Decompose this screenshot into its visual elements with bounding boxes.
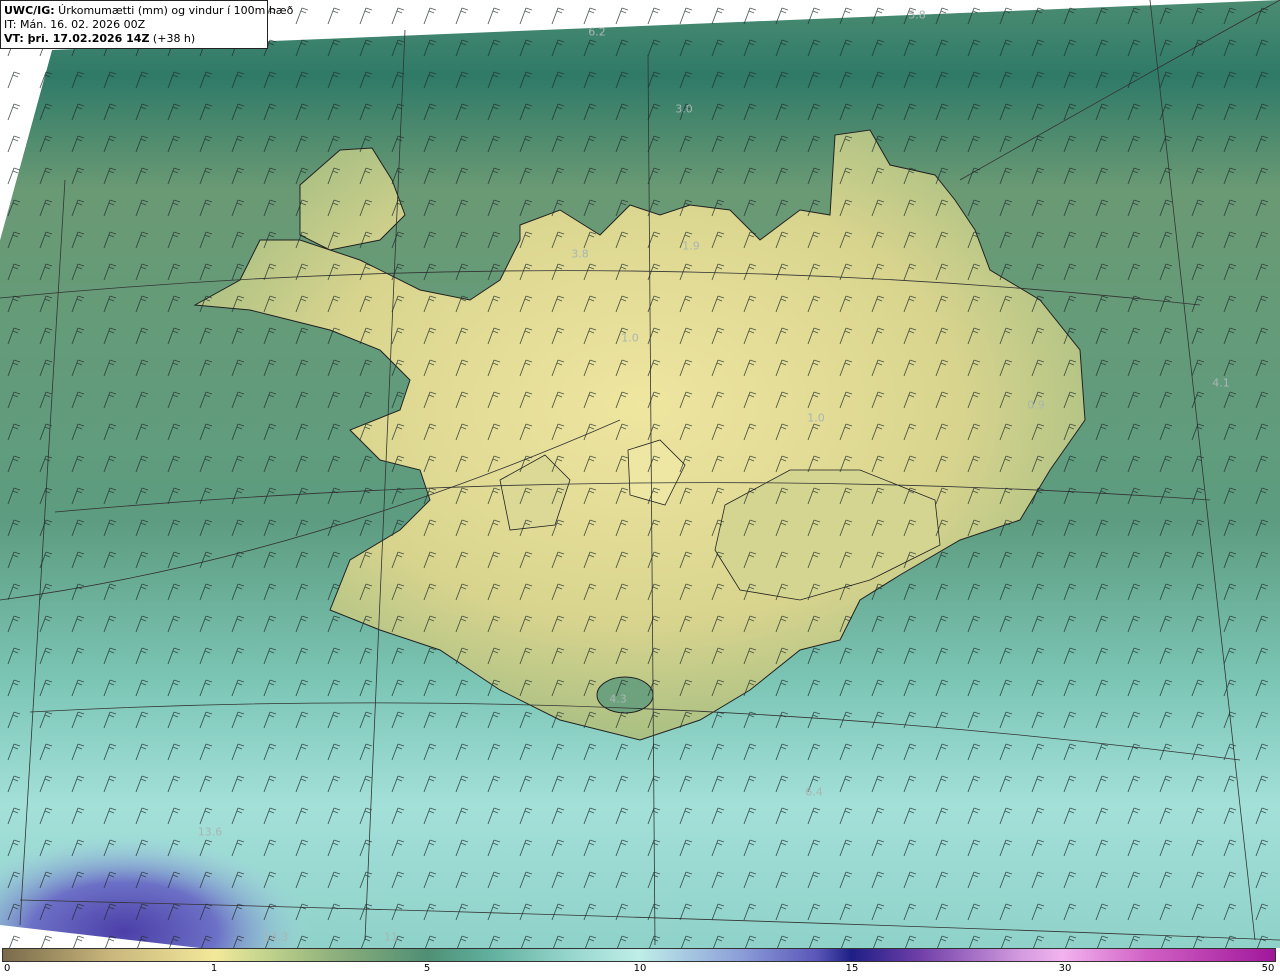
value-label: 6.4 bbox=[805, 785, 823, 799]
initial-time: IT: Mán. 16. 02. 2026 00Z bbox=[4, 18, 146, 31]
colorbar-gradient bbox=[2, 948, 1276, 962]
field-description: Úrkomumætti (mm) og vindur í 100m hæð bbox=[54, 4, 294, 17]
colorbar-tick: 5 bbox=[423, 963, 431, 974]
valid-time: VT: þri. 17.02.2026 14Z bbox=[4, 32, 150, 45]
colorbar: 0 1 5 10 15 30 50 bbox=[0, 948, 1280, 978]
model-label: UWC/IG: bbox=[4, 4, 55, 17]
value-label: 1.0 bbox=[807, 411, 825, 425]
colorbar-tick: 1 bbox=[210, 963, 218, 974]
value-label: 6.2 bbox=[588, 25, 606, 39]
colorbar-tick: 0 bbox=[4, 963, 11, 974]
value-label: 4.1 bbox=[1212, 376, 1230, 390]
value-label: 1.0 bbox=[621, 331, 639, 345]
value-label: 11 bbox=[384, 930, 398, 944]
value-label: 14.3 bbox=[263, 930, 289, 944]
map-header: UWC/IG: Úrkomumætti (mm) og vindur í 100… bbox=[0, 0, 293, 49]
value-label: 3.0 bbox=[675, 102, 693, 116]
lead-time: (+38 h) bbox=[149, 32, 196, 45]
colorbar-tick: 50 bbox=[1261, 963, 1275, 974]
value-label: 1.9 bbox=[682, 239, 700, 253]
weather-map bbox=[0, 0, 1280, 948]
colorbar-tick: 30 bbox=[1058, 963, 1072, 974]
value-label: 3.8 bbox=[571, 247, 589, 261]
colorbar-tick: 15 bbox=[845, 963, 859, 974]
value-label: 13.6 bbox=[197, 825, 223, 839]
value-label: 4.3 bbox=[609, 692, 627, 706]
value-label: 0.9 bbox=[1027, 398, 1045, 412]
value-label: 5.8 bbox=[908, 8, 926, 22]
colorbar-tick: 10 bbox=[633, 963, 647, 974]
wind-barbs-layer bbox=[0, 0, 1280, 948]
